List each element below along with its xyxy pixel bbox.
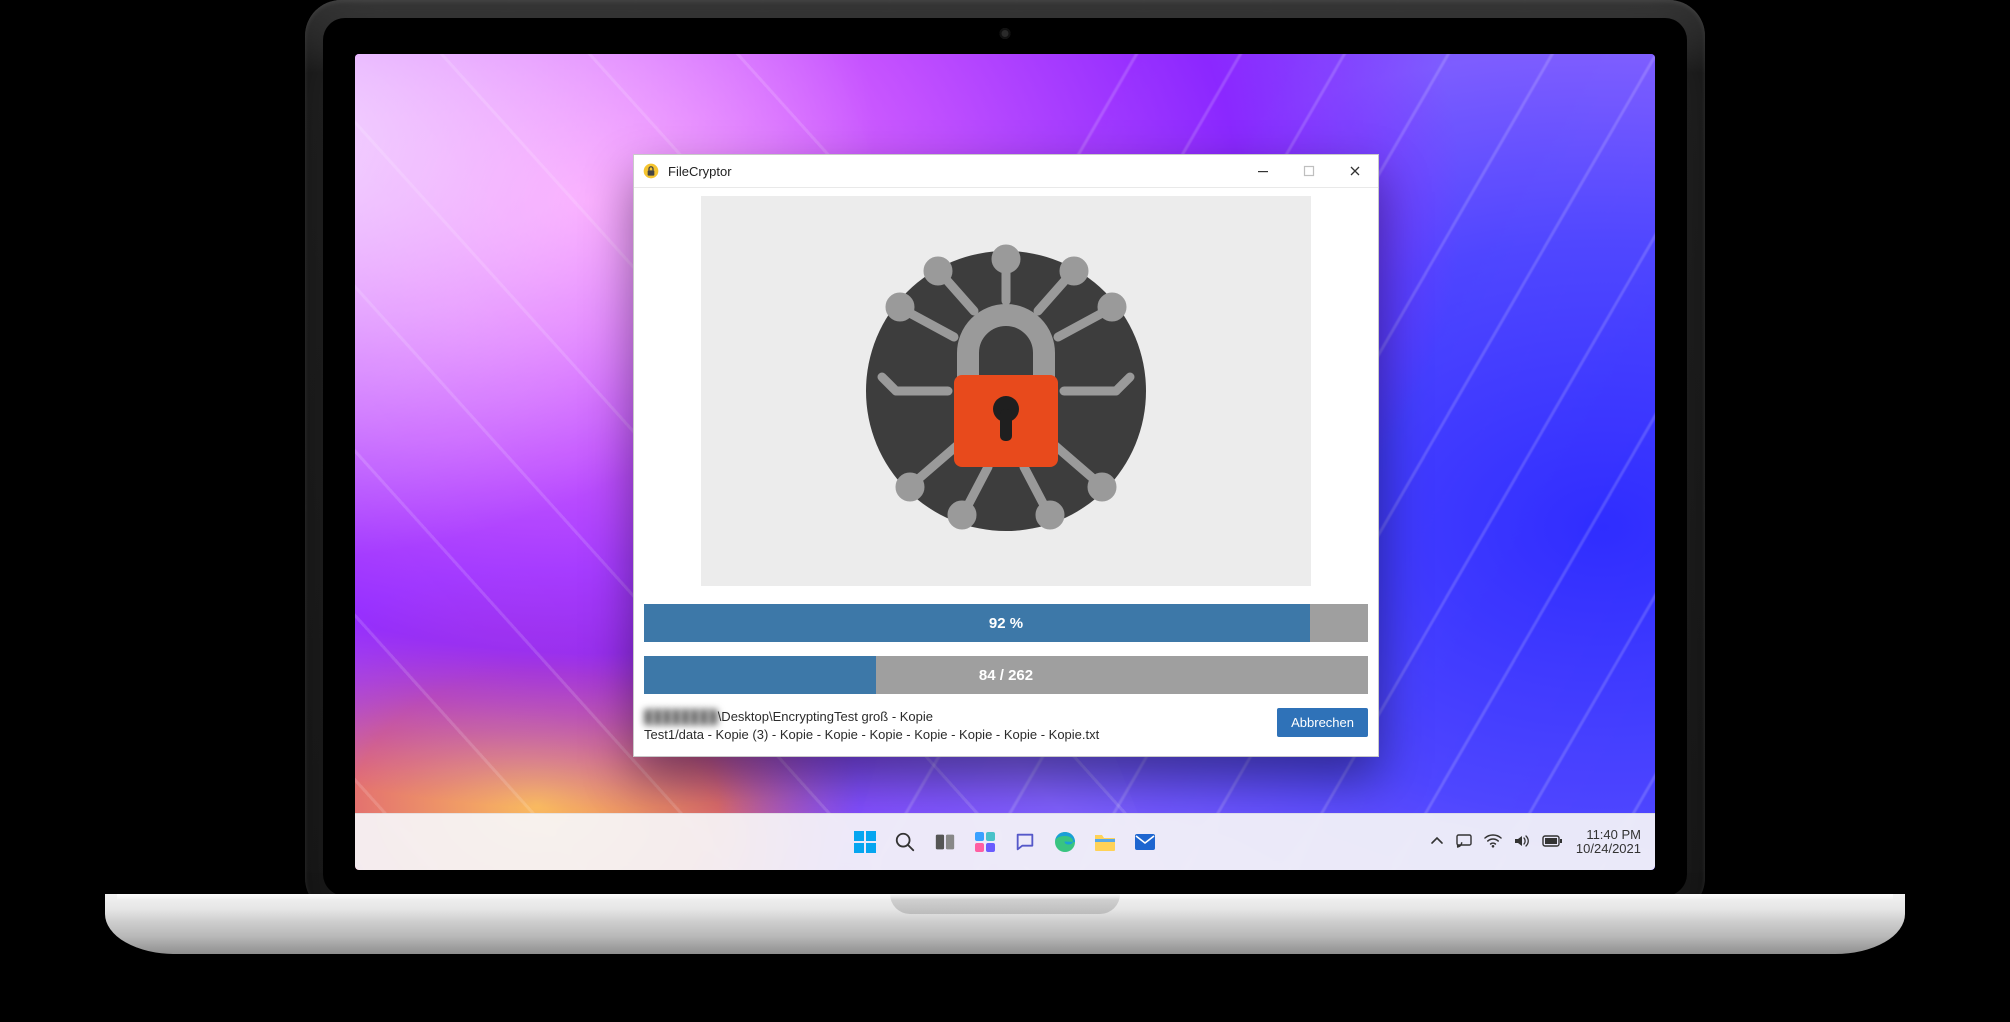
taskbar-edge[interactable] bbox=[1050, 827, 1080, 857]
taskbar: 11:40 PM 10/24/2021 bbox=[355, 813, 1655, 870]
progress-bar-files-label: 84 / 262 bbox=[644, 656, 1368, 694]
tray-clock[interactable]: 11:40 PM 10/24/2021 bbox=[1576, 828, 1641, 855]
search-icon bbox=[894, 831, 916, 853]
laptop-camera bbox=[1000, 28, 1011, 39]
taskbar-search[interactable] bbox=[890, 827, 920, 857]
app-logo-panel bbox=[701, 196, 1311, 586]
tray-volume[interactable] bbox=[1514, 834, 1530, 851]
lock-app-icon bbox=[642, 162, 660, 180]
status-path-line1: \Desktop\EncryptingTest groß - Kopie bbox=[718, 709, 933, 724]
tray-wifi[interactable] bbox=[1484, 834, 1502, 851]
taskbar-chat[interactable] bbox=[1010, 827, 1040, 857]
status-path-line2: Test1/data - Kopie (3) - Kopie - Kopie -… bbox=[644, 727, 1099, 742]
taskbar-mail[interactable] bbox=[1130, 827, 1160, 857]
tray-cast[interactable] bbox=[1456, 834, 1472, 851]
system-tray: 11:40 PM 10/24/2021 bbox=[1430, 814, 1641, 870]
taskbar-center bbox=[850, 827, 1160, 857]
cast-icon bbox=[1456, 834, 1472, 848]
status-path-obscured: ████████ bbox=[644, 709, 718, 724]
widgets-icon bbox=[973, 830, 997, 854]
explorer-icon bbox=[1093, 831, 1117, 853]
windows-icon bbox=[852, 829, 878, 855]
taskbar-widgets[interactable] bbox=[970, 827, 1000, 857]
filecryptor-window: FileCryptor bbox=[633, 154, 1379, 757]
minimize-button[interactable] bbox=[1240, 155, 1286, 187]
chevron-up-icon bbox=[1430, 834, 1444, 848]
edge-icon bbox=[1053, 830, 1077, 854]
chat-icon bbox=[1014, 831, 1036, 853]
tray-overflow[interactable] bbox=[1430, 834, 1444, 851]
taskbar-explorer[interactable] bbox=[1090, 827, 1120, 857]
laptop-lid: FileCryptor bbox=[305, 0, 1705, 914]
volume-icon bbox=[1514, 834, 1530, 848]
progress-bar-overall-label: 92 % bbox=[644, 604, 1368, 642]
progress-bar-overall: 92 % bbox=[644, 604, 1368, 642]
laptop-base bbox=[105, 894, 1905, 954]
titlebar[interactable]: FileCryptor bbox=[634, 155, 1378, 188]
app-body: 92 % 84 / 262 ████████\Desktop\Encryptin… bbox=[634, 196, 1378, 756]
maximize-button bbox=[1286, 155, 1332, 187]
taskbar-taskview[interactable] bbox=[930, 827, 960, 857]
progress-bar-files: 84 / 262 bbox=[644, 656, 1368, 694]
cancel-button[interactable]: Abbrechen bbox=[1277, 708, 1368, 737]
app-title: FileCryptor bbox=[668, 164, 732, 179]
tray-date: 10/24/2021 bbox=[1576, 842, 1641, 856]
wifi-icon bbox=[1484, 834, 1502, 848]
mail-icon bbox=[1133, 831, 1157, 853]
close-button[interactable] bbox=[1332, 155, 1378, 187]
tray-time: 11:40 PM bbox=[1576, 828, 1641, 842]
taskbar-start[interactable] bbox=[850, 827, 880, 857]
screen: FileCryptor bbox=[355, 54, 1655, 870]
battery-icon bbox=[1542, 835, 1562, 847]
laptop-frame: FileCryptor bbox=[305, 0, 1705, 1022]
encryption-lock-icon bbox=[856, 241, 1156, 541]
taskview-icon bbox=[934, 831, 956, 853]
status-text: ████████\Desktop\EncryptingTest groß - K… bbox=[644, 708, 1265, 744]
tray-battery[interactable] bbox=[1542, 835, 1562, 850]
